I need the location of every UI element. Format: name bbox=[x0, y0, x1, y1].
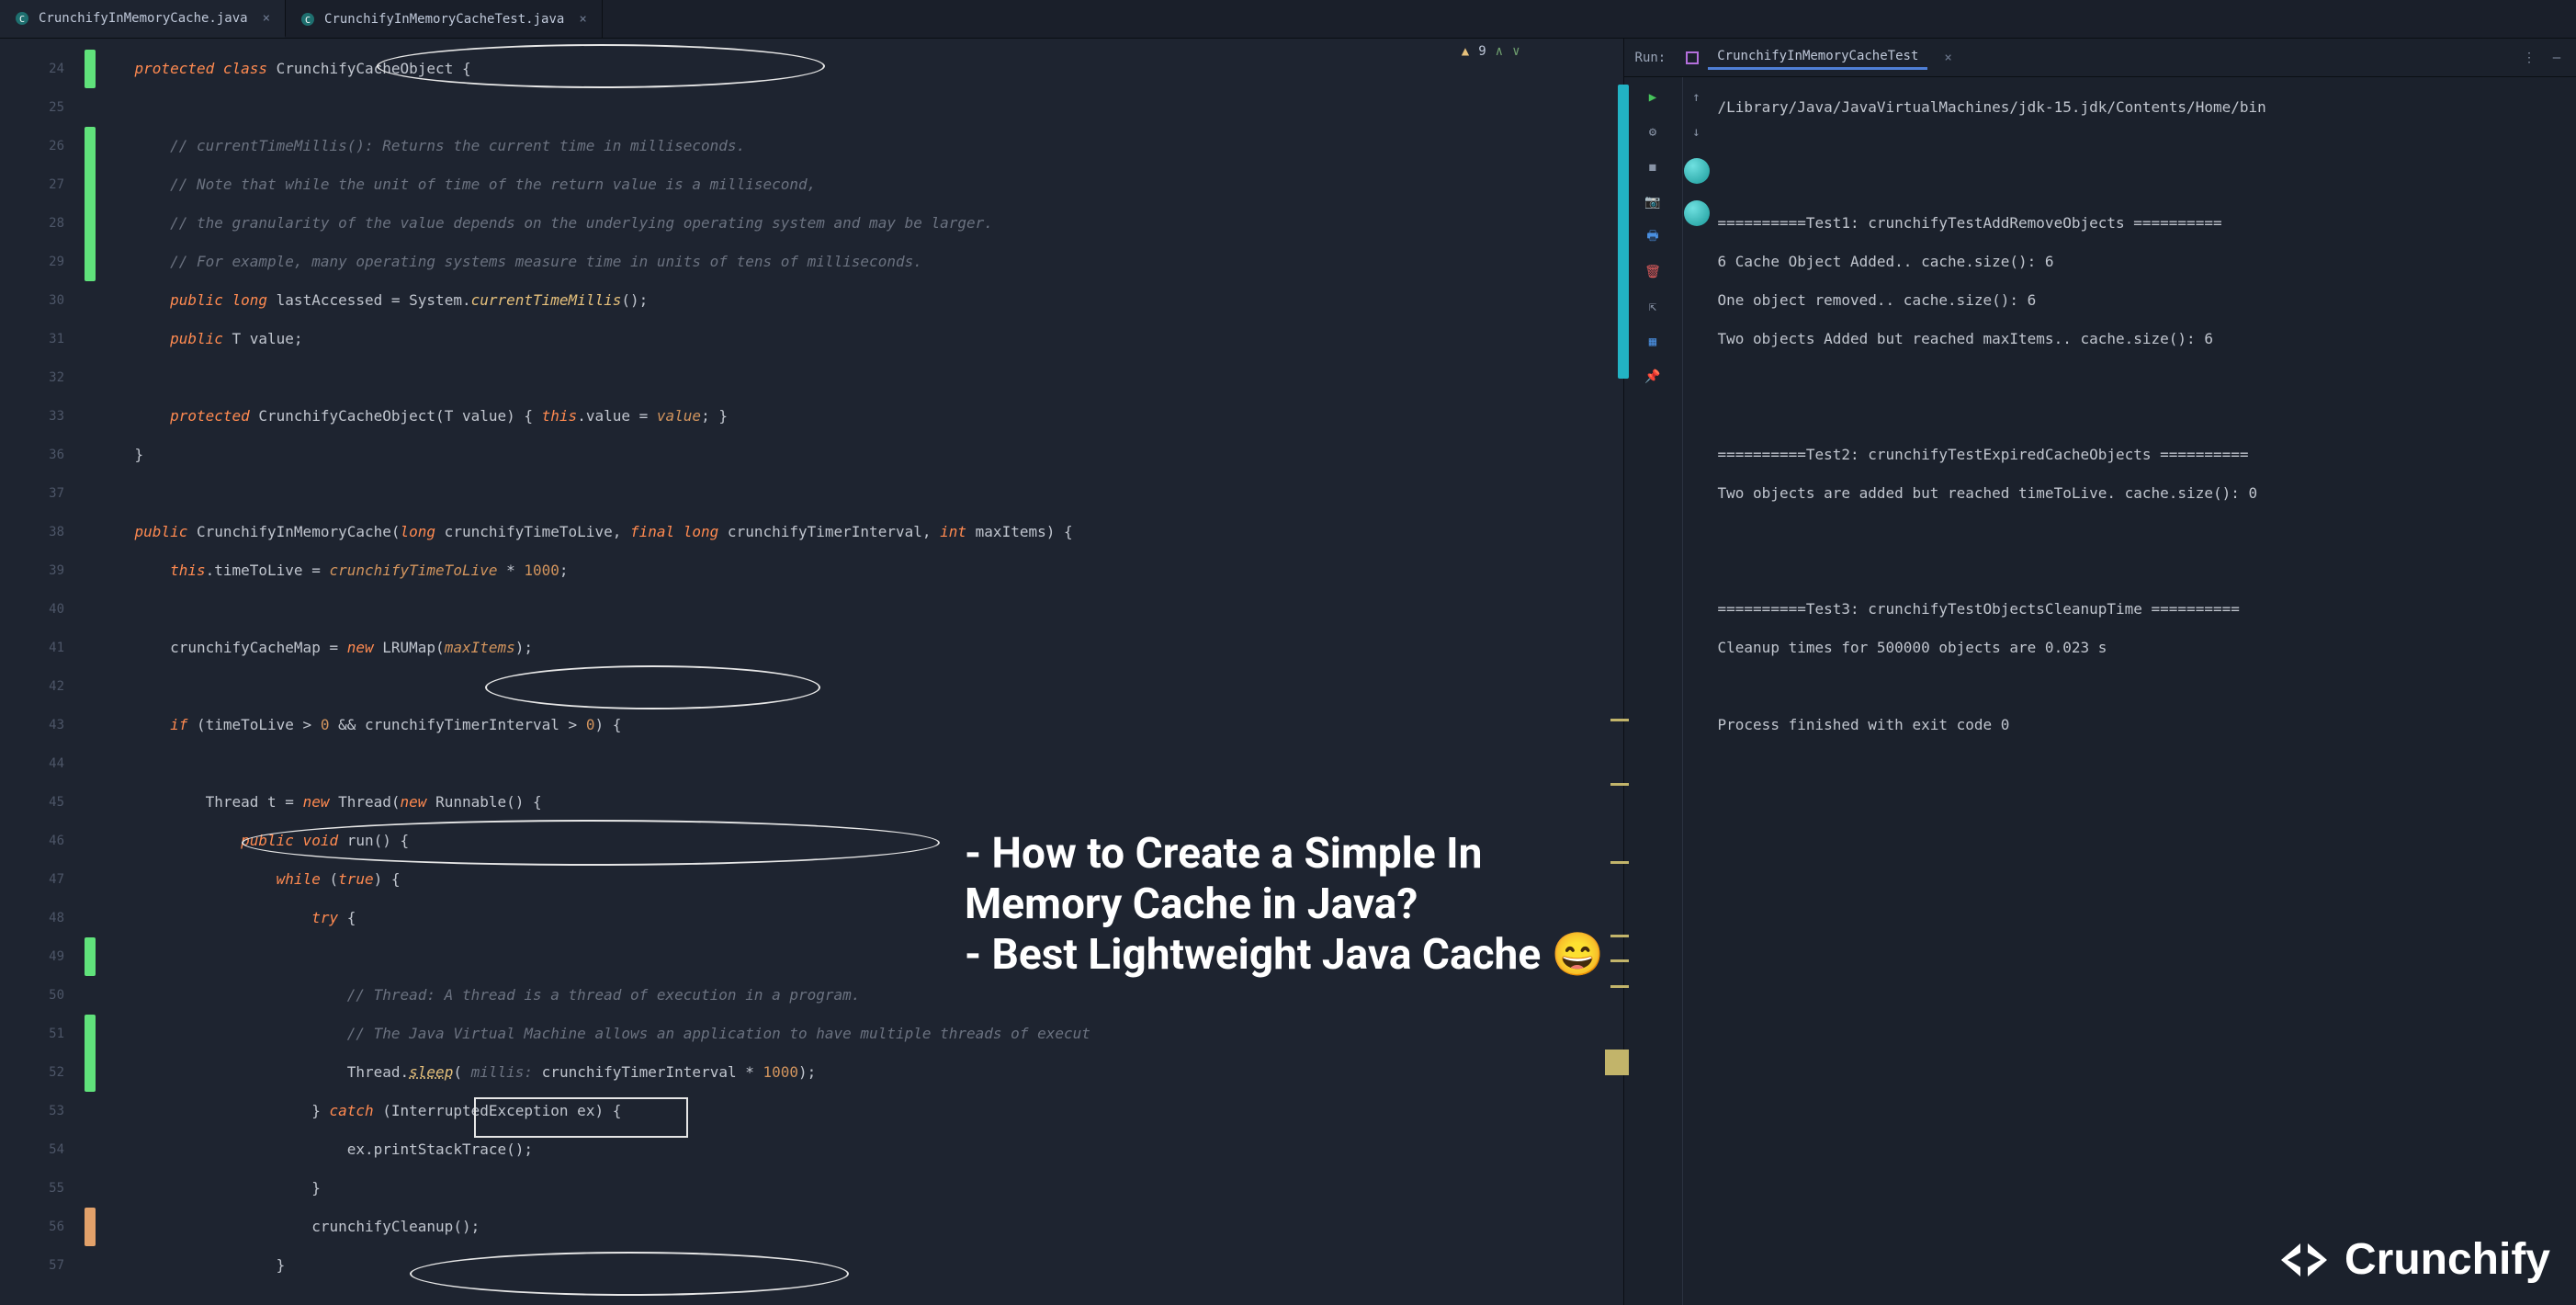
print-icon[interactable]: 🖶 bbox=[1644, 228, 1662, 246]
line-number: 51 bbox=[0, 1015, 81, 1053]
overlay-line-1: - How to Create a Simple In Memory Cache… bbox=[965, 829, 1623, 930]
export-icon[interactable]: ⇱ bbox=[1644, 298, 1662, 316]
close-icon[interactable]: × bbox=[1944, 51, 1951, 65]
run-config-name[interactable]: CrunchifyInMemoryCacheTest bbox=[1708, 45, 1927, 70]
logo-text: Crunchify bbox=[2344, 1234, 2550, 1285]
trash-icon[interactable]: 🗑 bbox=[1644, 263, 1662, 281]
line-number: 42 bbox=[0, 667, 81, 706]
tab-filename: CrunchifyInMemoryCache.java bbox=[39, 11, 248, 26]
class-icon: C bbox=[300, 12, 315, 27]
run-panel: Run: CrunchifyInMemoryCacheTest × ⋮ — ▶ … bbox=[1623, 39, 2576, 1305]
line-number: 40 bbox=[0, 590, 81, 629]
run-icon[interactable]: ▶ bbox=[1644, 88, 1662, 107]
next-warning-icon[interactable]: ∨ bbox=[1512, 44, 1520, 59]
line-number: 57 bbox=[0, 1246, 81, 1285]
warning-icon: ▲ bbox=[1462, 44, 1469, 59]
tab-filename: CrunchifyInMemoryCacheTest.java bbox=[324, 12, 564, 27]
line-number: 38 bbox=[0, 513, 81, 551]
line-number: 43 bbox=[0, 706, 81, 744]
line-number: 52 bbox=[0, 1053, 81, 1092]
run-header: Run: CrunchifyInMemoryCacheTest × ⋮ — bbox=[1624, 39, 2576, 77]
stop-icon[interactable]: ◼ bbox=[1644, 158, 1662, 176]
line-number: 29 bbox=[0, 243, 81, 281]
class-icon: C bbox=[15, 11, 29, 26]
run-config-icon bbox=[1686, 51, 1699, 64]
close-icon[interactable]: × bbox=[263, 11, 270, 26]
line-number: 31 bbox=[0, 320, 81, 358]
line-number: 28 bbox=[0, 204, 81, 243]
overview-mark bbox=[1605, 1050, 1629, 1075]
line-number: 33 bbox=[0, 397, 81, 436]
line-number: 54 bbox=[0, 1130, 81, 1169]
close-icon[interactable]: × bbox=[579, 12, 586, 27]
line-number: 46 bbox=[0, 822, 81, 860]
line-number: 36 bbox=[0, 436, 81, 474]
tab-file-2[interactable]: C CrunchifyInMemoryCacheTest.java × bbox=[286, 0, 603, 38]
overview-mark bbox=[1610, 719, 1629, 721]
tab-bar: C CrunchifyInMemoryCache.java × C Crunch… bbox=[0, 0, 2576, 39]
camera-icon[interactable]: 📷 bbox=[1644, 193, 1662, 211]
avatar[interactable] bbox=[1684, 200, 1710, 226]
line-number: 47 bbox=[0, 860, 81, 899]
tab-file-1[interactable]: C CrunchifyInMemoryCache.java × bbox=[0, 0, 286, 38]
inspection-badge[interactable]: ▲ 9 ∧ ∨ bbox=[1462, 44, 1520, 59]
run-toolbar: ▶ ⚙ ◼ 📷 🖶 🗑 ⇱ ▦ 📌 bbox=[1624, 77, 1683, 1305]
gear-icon[interactable]: ⚙ bbox=[1644, 123, 1662, 142]
warning-count: 9 bbox=[1478, 44, 1486, 59]
pin-icon[interactable]: 📌 bbox=[1644, 368, 1662, 386]
line-number: 39 bbox=[0, 551, 81, 590]
avatar[interactable] bbox=[1684, 158, 1710, 184]
layout-icon[interactable]: ▦ bbox=[1644, 333, 1662, 351]
crunchify-logo: Crunchify bbox=[2277, 1234, 2550, 1285]
line-number: 50 bbox=[0, 976, 81, 1015]
line-number: 48 bbox=[0, 899, 81, 937]
line-number: 24 bbox=[0, 50, 81, 88]
overlay-caption: - How to Create a Simple In Memory Cache… bbox=[965, 829, 1623, 982]
line-number: 41 bbox=[0, 629, 81, 667]
overview-mark bbox=[1610, 985, 1629, 988]
line-number: 44 bbox=[0, 744, 81, 783]
line-number: 45 bbox=[0, 783, 81, 822]
line-number: 32 bbox=[0, 358, 81, 397]
code-area[interactable]: ▲ 9 ∧ ∨ protected class CrunchifyCacheOb… bbox=[99, 39, 1623, 1305]
line-number: 53 bbox=[0, 1092, 81, 1130]
more-icon[interactable]: ⋮ bbox=[2521, 50, 2537, 66]
line-number: 26 bbox=[0, 127, 81, 165]
svg-text:C: C bbox=[19, 15, 25, 25]
prev-warning-icon[interactable]: ∧ bbox=[1496, 44, 1503, 59]
down-arrow-icon[interactable]: ↓ bbox=[1688, 123, 1706, 142]
svg-text:C: C bbox=[305, 16, 311, 26]
gutter: 24 25 26 27 28 29 30 31 32 33 36 37 38 3… bbox=[0, 39, 81, 1305]
run-output[interactable]: /Library/Java/JavaVirtualMachines/jdk-15… bbox=[1711, 77, 2576, 1305]
minimize-icon[interactable]: — bbox=[2548, 50, 2565, 66]
scrollbar-overview[interactable] bbox=[1618, 85, 1629, 379]
editor[interactable]: 24 25 26 27 28 29 30 31 32 33 36 37 38 3… bbox=[0, 39, 1623, 1305]
line-number: 49 bbox=[0, 937, 81, 976]
logo-icon bbox=[2277, 1238, 2332, 1282]
line-number: 55 bbox=[0, 1169, 81, 1208]
change-markers bbox=[81, 39, 99, 1305]
up-arrow-icon[interactable]: ↑ bbox=[1688, 88, 1706, 107]
overview-mark bbox=[1610, 783, 1629, 786]
line-number: 25 bbox=[0, 88, 81, 127]
overlay-line-2: - Best Lightweight Java Cache 😄 bbox=[965, 930, 1623, 981]
run-label: Run: bbox=[1635, 51, 1666, 65]
line-number: 27 bbox=[0, 165, 81, 204]
line-number: 56 bbox=[0, 1208, 81, 1246]
line-number: 30 bbox=[0, 281, 81, 320]
line-number: 37 bbox=[0, 474, 81, 513]
run-nav-toolbar: ↑ ↓ bbox=[1683, 77, 1711, 1305]
